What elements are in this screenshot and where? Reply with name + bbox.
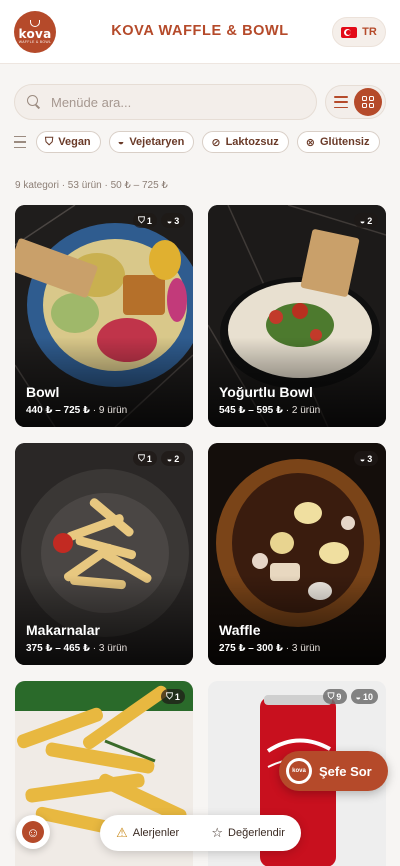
badge-group: ◒ 2 [354, 213, 378, 228]
allergens-label: Alerjenler [132, 827, 180, 839]
filter-chip-vegan[interactable]: ⛉ Vegan [36, 131, 101, 153]
search-bar[interactable] [14, 84, 317, 120]
no-wheat-icon: ⊗ [305, 136, 315, 149]
category-name: Waffle [219, 622, 261, 638]
category-price: 440 ₺ – 725 ₺ · 9 ürün [26, 405, 128, 416]
vegan-badge: ⛉ 1 [133, 451, 157, 466]
item-count: · 3 ürün [285, 643, 321, 654]
vegetarian-badge: ◒ 10 [350, 689, 378, 704]
vegetarian-icon: ◒ [166, 215, 173, 226]
vegetarian-badge: ◒ 2 [161, 451, 185, 466]
view-toggle [325, 85, 386, 119]
filter-chip-label: Glütensiz [319, 136, 370, 148]
bottom-action-bar: ⚠ Alerjenler ☆ Değerlendir [100, 815, 301, 851]
item-count: · 3 ürün [92, 643, 128, 654]
badge-group: ◒ 3 [354, 451, 378, 466]
vegetarian-badge: ◒ 3 [354, 451, 378, 466]
item-count: · 2 ürün [285, 405, 321, 416]
category-card-yogurt-bowl[interactable]: ◒ 2 Yoğurtlu Bowl 545 ₺ – 595 ₺ · 2 ürün [208, 205, 386, 427]
filter-chip-gluten-free[interactable]: ⊗ Glütensiz [296, 131, 380, 153]
warning-icon: ⚠ [116, 825, 128, 840]
search-input[interactable] [51, 94, 291, 110]
rate-label: Değerlendir [228, 827, 285, 839]
star-icon: ☆ [211, 825, 224, 840]
vegan-icon: ⛉ [138, 453, 145, 463]
badge-group: ⛉ 1 [161, 689, 185, 704]
vegetarian-icon: ◒ [359, 453, 366, 464]
grid-view-button[interactable] [354, 88, 382, 116]
vegetarian-icon: ◒ [355, 691, 361, 702]
badge-group: ⛉ 9 ◒ 10 [322, 689, 378, 704]
ask-chef-label: Şefe Sor [319, 763, 372, 779]
vegetarian-badge: ◒ 3 [161, 213, 185, 228]
leaf-shield-icon: ⛉ [45, 135, 54, 148]
filter-chip-vegetarian[interactable]: ◒ Vejetaryen [108, 131, 195, 153]
accessibility-icon: ☺ [22, 821, 44, 843]
vegan-badge: ⛉ 1 [161, 689, 185, 704]
vegan-icon: ⛉ [327, 691, 335, 701]
vegetarian-badge: ◒ 2 [354, 213, 378, 228]
logo-subtitle: WAFFLE & BOWL [18, 39, 52, 44]
no-milk-icon: ⊘ [211, 136, 221, 149]
vegan-icon: ⛉ [166, 691, 173, 701]
vegan-icon: ⛉ [138, 215, 145, 225]
category-price: 545 ₺ – 595 ₺ · 2 ürün [219, 405, 321, 416]
menu-summary: 9 kategori · 53 ürün · 50 ₺ – 725 ₺ [15, 180, 168, 191]
badge-group: ⛉ 1 ◒ 2 [133, 451, 185, 466]
language-label: TR [362, 26, 377, 38]
turkey-flag-icon [341, 26, 358, 38]
accessibility-button[interactable]: ☺ [16, 815, 50, 849]
category-card-bowl[interactable]: ⛉ 1 ◒ 3 Bowl 440 ₺ – 725 ₺ · 9 ürün [15, 205, 193, 427]
category-price: 275 ₺ – 300 ₺ · 3 ürün [219, 643, 321, 654]
filter-row: ⛉ Vegan ◒ Vejetaryen ⊘ Laktozsuz ⊗ Glüte… [14, 131, 380, 153]
list-view-icon[interactable] [334, 96, 348, 108]
filter-chip-label: Vegan [58, 136, 91, 148]
search-icon [27, 95, 41, 109]
vegan-badge: ⛉ 1 [133, 213, 157, 228]
category-card-pasta[interactable]: ⛉ 1 ◒ 2 Makarnalar 375 ₺ – 465 ₺ · 3 ürün [15, 443, 193, 665]
vegetarian-icon: ◒ [359, 215, 366, 226]
category-name: Bowl [26, 384, 60, 400]
allergens-button[interactable]: ⚠ Alerjenler [116, 825, 179, 841]
category-price: 375 ₺ – 465 ₺ · 3 ürün [26, 643, 128, 654]
app-header: kova WAFFLE & BOWL KOVA WAFFLE & BOWL TR [0, 0, 400, 64]
vegetarian-icon: ◒ [166, 453, 173, 464]
category-name: Yoğurtlu Bowl [219, 384, 313, 400]
rate-button[interactable]: ☆ Değerlendir [211, 825, 285, 841]
chef-avatar: kova [286, 758, 312, 784]
badge-group: ⛉ 1 ◒ 3 [133, 213, 185, 228]
filter-chip-lactose-free[interactable]: ⊘ Laktozsuz [202, 131, 289, 153]
filter-settings-icon[interactable] [14, 136, 26, 148]
category-name: Makarnalar [26, 622, 100, 638]
filter-chip-label: Laktozsuz [225, 136, 279, 148]
vegan-badge: ⛉ 9 [322, 689, 347, 704]
salad-icon: ◒ [117, 136, 125, 148]
item-count: · 9 ürün [92, 405, 128, 416]
grid-view-icon [362, 96, 374, 108]
filter-chip-label: Vejetaryen [129, 136, 185, 148]
ask-chef-button[interactable]: kova Şefe Sor [279, 751, 388, 791]
language-switcher[interactable]: TR [332, 17, 386, 47]
category-card-waffle[interactable]: ◒ 3 Waffle 275 ₺ – 300 ₺ · 3 ürün [208, 443, 386, 665]
